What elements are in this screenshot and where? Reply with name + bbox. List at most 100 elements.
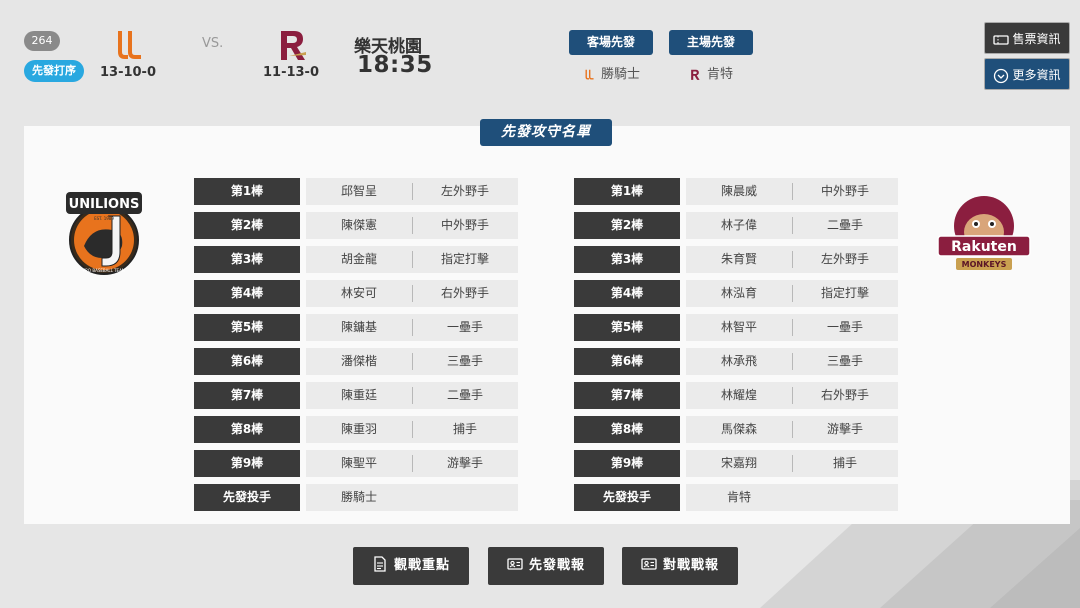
batting-order: 第5棒 (194, 314, 300, 341)
batting-order: 第9棒 (194, 450, 300, 477)
game-header: 264 先發打序 13-10-0 VS. 11-13-0 樂天桃園 18:35 … (0, 0, 1080, 120)
home-team-logo-icon[interactable] (272, 26, 312, 66)
matchup-report-button[interactable]: 對戰戰報 (622, 547, 738, 585)
away-lineup-row: 第4棒 林安可 右外野手 (194, 280, 518, 307)
player-position: 左外野手 (820, 252, 869, 266)
away-lineup-row: 第6棒 潘傑楷 三壘手 (194, 348, 518, 375)
home-record: 11-13-0 (262, 65, 320, 80)
player-position: 一壘手 (826, 320, 863, 334)
away-lineup-row: 第1棒 邱智呈 左外野手 (194, 178, 518, 205)
more-info-label: 更多資訊 (1012, 68, 1061, 82)
rakuten-logo-sub: MONKEYS (962, 260, 1007, 269)
home-starter: 肯特 (688, 63, 733, 82)
player-name[interactable]: 林承飛 (686, 348, 792, 375)
starter-report-label: 先發戰報 (528, 558, 585, 573)
player-position: 捕手 (452, 422, 477, 436)
player-name[interactable]: 宋嘉翔 (686, 450, 792, 477)
player-position: 指定打擊 (440, 252, 489, 266)
unilions-logo: UNILIONS EST. 1989 PRO BASEBALL TEAM (66, 192, 142, 275)
home-lineup-row: 第7棒 林耀煌 右外野手 (574, 382, 898, 409)
away-starter: 勝騎士 (582, 63, 640, 82)
player-name[interactable]: 陳重羽 (306, 416, 412, 443)
game-time: 18:35 (357, 52, 433, 78)
game-number-badge: 264 (24, 31, 60, 51)
rakuten-monkeys-logo: Rakuten MONKEYS (937, 196, 1031, 270)
player-position: 右外野手 (820, 388, 869, 402)
player-position: 三壘手 (446, 354, 483, 368)
away-lineup-row: 第5棒 陳鏞基 一壘手 (194, 314, 518, 341)
batting-order: 第2棒 (194, 212, 300, 239)
batting-order: 第8棒 (194, 416, 300, 443)
away-lineup-row: 第7棒 陳重廷 二壘手 (194, 382, 518, 409)
player-name[interactable]: 陳傑憲 (306, 212, 412, 239)
player-name[interactable]: 馬傑森 (686, 416, 792, 443)
away-starter-label[interactable]: 客場先發 (569, 30, 653, 55)
batting-order: 第1棒 (574, 178, 680, 205)
player-name[interactable]: 林耀煌 (686, 382, 792, 409)
batting-order: 第2棒 (574, 212, 680, 239)
away-lineup-row: 第9棒 陳聖平 游擊手 (194, 450, 518, 477)
away-team-mini-icon (585, 69, 594, 80)
player-position: 三壘手 (826, 354, 863, 368)
player-name[interactable]: 林子偉 (686, 212, 792, 239)
more-info-button[interactable]: 更多資訊 (984, 58, 1070, 90)
id-card-icon (507, 558, 523, 570)
batting-order: 第7棒 (574, 382, 680, 409)
lineup-status-pill[interactable]: 先發打序 (24, 60, 84, 82)
batting-order: 第3棒 (574, 246, 680, 273)
batting-order: 第1棒 (194, 178, 300, 205)
unilions-logo-tag: PRO BASEBALL TEAM (83, 268, 126, 273)
player-name[interactable]: 朱育賢 (686, 246, 792, 273)
highlights-label: 觀戰重點 (393, 558, 450, 573)
player-name[interactable]: 林泓育 (686, 280, 792, 307)
player-name[interactable]: 潘傑楷 (306, 348, 412, 375)
away-starting-pitcher-row: 先發投手 勝騎士 (194, 484, 518, 511)
player-name[interactable]: 陳鏞基 (306, 314, 412, 341)
player-name[interactable]: 陳聖平 (306, 450, 412, 477)
starter-report-button[interactable]: 先發戰報 (488, 547, 604, 585)
player-position: 二壘手 (826, 218, 863, 232)
ticket-icon (993, 34, 1010, 45)
unilions-logo-sub: EST. 1989 (94, 216, 114, 221)
player-name[interactable]: 勝騎士 (306, 484, 412, 511)
id-card-icon (641, 558, 657, 570)
lineup-panel (24, 126, 1070, 524)
player-name[interactable]: 肯特 (686, 484, 792, 511)
player-name[interactable]: 陳晨威 (686, 178, 792, 205)
batting-order: 第5棒 (574, 314, 680, 341)
player-position: 中外野手 (820, 184, 869, 198)
player-position: 游擊手 (446, 456, 483, 470)
away-team-logo-icon[interactable] (108, 26, 148, 66)
player-name[interactable]: 林安可 (306, 280, 412, 307)
home-team-mini-icon (691, 69, 700, 80)
player-position: 左外野手 (440, 184, 489, 198)
player-name[interactable]: 陳重廷 (306, 382, 412, 409)
highlights-button[interactable]: 觀戰重點 (353, 547, 469, 585)
player-position: 指定打擊 (820, 286, 869, 300)
player-position: 二壘手 (446, 388, 483, 402)
chevron-down-circle-icon (994, 68, 1009, 83)
starting-pitcher-label: 先發投手 (574, 484, 680, 511)
home-lineup-row: 第4棒 林泓育 指定打擊 (574, 280, 898, 307)
player-name[interactable]: 林智平 (686, 314, 792, 341)
player-name[interactable]: 邱智呈 (306, 178, 412, 205)
vs-label: VS. (202, 36, 224, 51)
home-lineup-row: 第3棒 朱育賢 左外野手 (574, 246, 898, 273)
batting-order: 第8棒 (574, 416, 680, 443)
matchup-report-label: 對戰戰報 (662, 558, 719, 573)
player-name[interactable]: 胡金龍 (306, 246, 412, 273)
lineup-panel-title: 先發攻守名單 (480, 119, 612, 146)
home-lineup-row: 第2棒 林子偉 二壘手 (574, 212, 898, 239)
away-lineup-row: 第2棒 陳傑憲 中外野手 (194, 212, 518, 239)
batting-order: 第3棒 (194, 246, 300, 273)
away-lineup-row: 第3棒 胡金龍 指定打擊 (194, 246, 518, 273)
document-icon (374, 556, 386, 572)
rakuten-logo-text: Rakuten (951, 239, 1017, 255)
home-lineup-row: 第1棒 陳晨威 中外野手 (574, 178, 898, 205)
home-lineup-row: 第5棒 林智平 一壘手 (574, 314, 898, 341)
home-starter-name: 肯特 (707, 67, 734, 82)
player-position: 右外野手 (440, 286, 489, 300)
home-starter-label[interactable]: 主場先發 (669, 30, 753, 55)
ticket-info-button[interactable]: 售票資訊 (984, 22, 1070, 54)
batting-order: 第6棒 (194, 348, 300, 375)
